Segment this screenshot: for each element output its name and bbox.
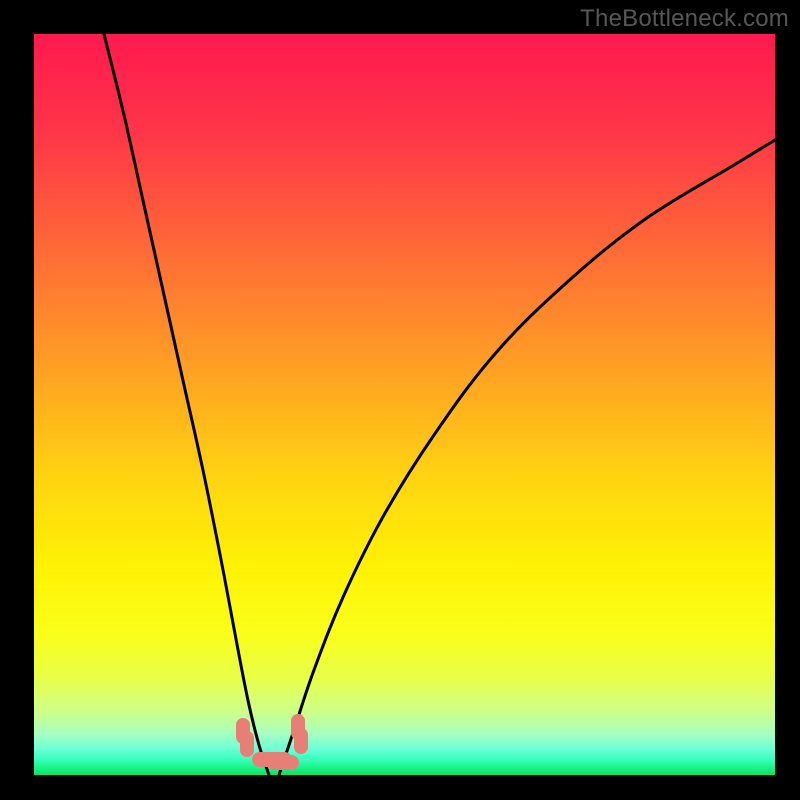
highlight-marker-5: [267, 755, 299, 770]
highlight-marker-1: [240, 731, 254, 757]
plot-area: [34, 34, 775, 775]
highlight-marker-3: [294, 728, 308, 754]
curve-left-branch: [104, 34, 269, 775]
outer-frame: TheBottleneck.com: [0, 0, 800, 800]
watermark-text: TheBottleneck.com: [580, 5, 789, 33]
bottleneck-curve: [34, 34, 775, 775]
curve-right-branch: [279, 140, 775, 775]
